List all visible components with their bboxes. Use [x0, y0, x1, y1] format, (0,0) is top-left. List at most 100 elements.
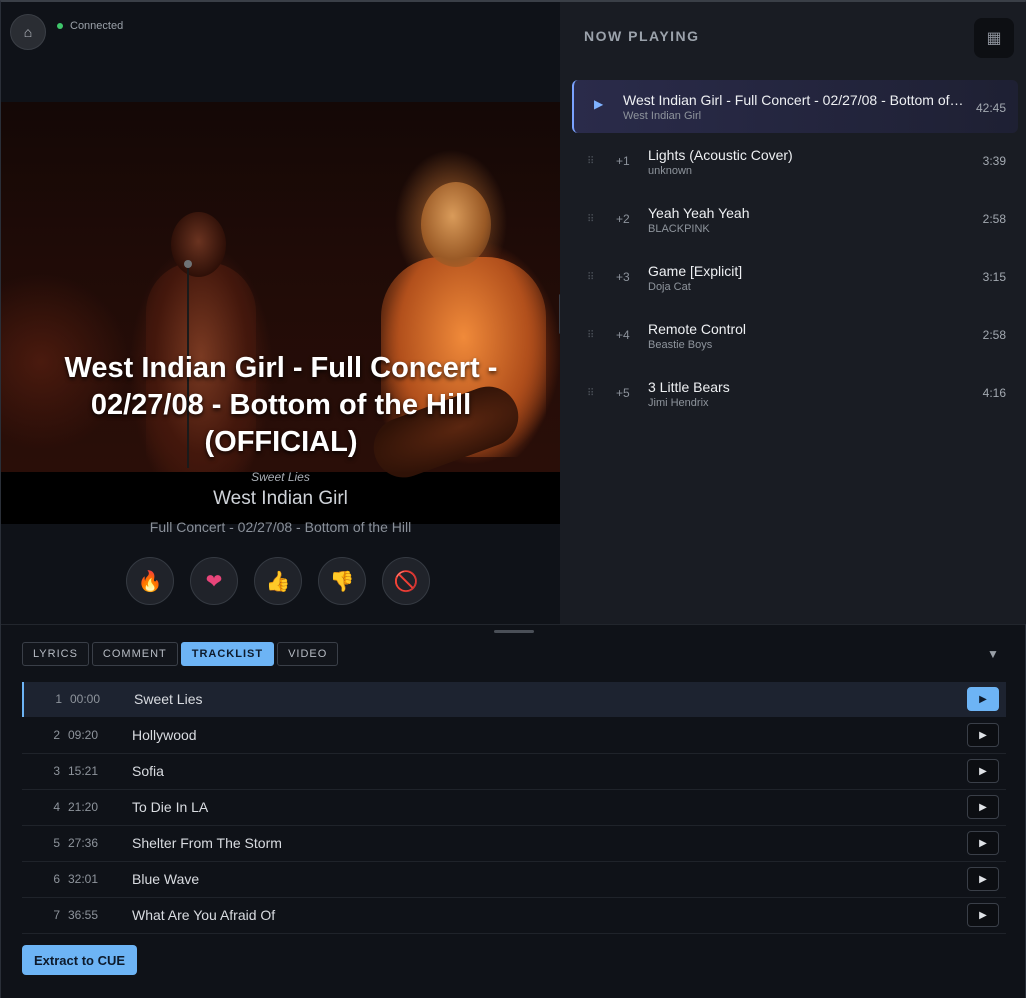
track-number: 1	[55, 692, 62, 706]
track-timestamp: 36:55	[68, 908, 99, 922]
track-name: What Are You Afraid Of	[132, 907, 276, 923]
track-number: 6	[53, 872, 60, 886]
drag-handle-icon[interactable]: ⠿	[587, 330, 594, 341]
play-indicator-icon: ▶	[594, 97, 604, 111]
home-icon: ⌂	[23, 24, 33, 40]
queue-item-duration: 4:16	[982, 386, 1006, 400]
queue-item-artist: Beastie Boys	[648, 339, 713, 351]
drag-handle-icon[interactable]: ⠿	[587, 156, 594, 167]
queue-item[interactable]: ⠿ +3 Game [Explicit] Doja Cat 3:15	[572, 254, 1018, 312]
track-play-button[interactable]: ▶	[967, 759, 999, 783]
track-name: Sofia	[132, 763, 164, 779]
thumbs-up-button[interactable]: 👍	[254, 557, 302, 605]
queue-item-title: Yeah Yeah Yeah	[648, 205, 750, 221]
queue-item-offset: +2	[616, 212, 630, 226]
queue-item-duration: 3:39	[982, 154, 1006, 168]
drag-handle-icon[interactable]: ⠿	[587, 214, 594, 225]
track-name: Sweet Lies	[134, 691, 203, 707]
connection-status: Connected	[57, 20, 123, 32]
track-timestamp: 15:21	[68, 764, 99, 778]
queue-item-artist: Jimi Hendrix	[648, 397, 709, 409]
calendar-button[interactable]: ▦	[974, 18, 1014, 58]
queue-list: ▶ West Indian Girl - Full Concert - 02/2…	[572, 80, 1018, 428]
track-timestamp: 27:36	[68, 836, 99, 850]
queue-item-title: Game [Explicit]	[648, 263, 743, 279]
queue-item-offset: +4	[616, 328, 630, 342]
play-icon: ▶	[979, 693, 987, 705]
queue-item-duration: 42:45	[975, 101, 1006, 115]
collapse-panel-button[interactable]: ▼	[987, 647, 999, 661]
play-icon: ▶	[979, 801, 987, 813]
play-icon: ▶	[979, 729, 987, 741]
queue-item[interactable]: ⠿ +2 Yeah Yeah Yeah BLACKPINK 2:58	[572, 196, 1018, 254]
queue-item-duration: 2:58	[982, 328, 1006, 342]
tab-video[interactable]: VIDEO	[277, 642, 339, 666]
thumbs-up-icon: 👍	[265, 570, 291, 593]
queue-item-title: Remote Control	[648, 321, 747, 337]
track-number: 2	[53, 728, 60, 742]
track-name: To Die In LA	[132, 799, 209, 815]
track-play-button[interactable]: ▶	[967, 867, 999, 891]
tab-tracklist[interactable]: TRACKLIST	[180, 642, 275, 666]
track-name: Shelter From The Storm	[132, 835, 282, 851]
drag-handle-icon[interactable]: ⠿	[587, 272, 594, 283]
tab-comment[interactable]: COMMENT	[91, 642, 178, 666]
detail-tabs: LYRICS COMMENT TRACKLIST VIDEO	[22, 642, 339, 666]
track-number: 5	[53, 836, 60, 850]
performer-left-head	[171, 212, 226, 277]
track-name: Blue Wave	[132, 871, 200, 887]
table-row[interactable]: 3 15:21 Sofia ▶	[22, 754, 1006, 790]
tab-lyrics[interactable]: LYRICS	[22, 642, 89, 666]
reaction-bar: 🔥 ❤ 👍 👎 🚫	[126, 557, 430, 605]
track-number: 4	[53, 800, 60, 814]
block-icon: 🚫	[393, 570, 419, 593]
queue-current-item[interactable]: ▶ West Indian Girl - Full Concert - 02/2…	[572, 80, 1018, 133]
queue-item-title: Lights (Acoustic Cover)	[648, 147, 793, 163]
heart-reaction-button[interactable]: ❤	[190, 557, 238, 605]
track-play-button[interactable]: ▶	[967, 723, 999, 747]
queue-item[interactable]: ⠿ +1 Lights (Acoustic Cover) unknown 3:3…	[572, 138, 1018, 196]
extract-to-cue-button[interactable]: Extract to CUE	[22, 945, 138, 975]
heart-icon: ❤	[205, 570, 223, 593]
track-album: Full Concert - 02/27/08 - Bottom of the …	[149, 519, 412, 535]
microphone	[184, 260, 192, 268]
status-dot-icon	[57, 23, 63, 29]
queue-item-offset: +5	[616, 386, 630, 400]
queue-item[interactable]: ⠿ +5 3 Little Bears Jimi Hendrix 4:16	[572, 370, 1018, 428]
video-player[interactable]: West Indian Girl - Full Concert - 02/27/…	[1, 102, 560, 524]
fire-reaction-button[interactable]: 🔥	[126, 557, 174, 605]
queue-heading: NOW PLAYING	[584, 28, 700, 44]
table-row[interactable]: 6 32:01 Blue Wave ▶	[22, 862, 1006, 898]
app-window: ⌂ Connected West Indian Girl - Full Conc…	[0, 0, 1026, 998]
table-row[interactable]: 5 27:36 Shelter From The Storm ▶	[22, 826, 1006, 862]
track-play-button[interactable]: ▶	[967, 795, 999, 819]
track-play-button[interactable]: ▶	[967, 831, 999, 855]
track-play-button[interactable]: ▶	[967, 687, 999, 711]
block-button[interactable]: 🚫	[382, 557, 430, 605]
track-subtitle: Sweet Lies	[251, 470, 310, 484]
track-timestamp: 21:20	[68, 800, 99, 814]
drag-handle-icon[interactable]: ⠿	[587, 388, 594, 399]
fire-icon: 🔥	[137, 570, 163, 593]
queue-item-duration: 3:15	[982, 270, 1006, 284]
track-timestamp: 00:00	[70, 692, 101, 706]
home-button[interactable]: ⌂	[10, 14, 46, 50]
horizontal-resize-handle[interactable]	[494, 630, 534, 633]
queue-item-offset: +1	[616, 154, 630, 168]
table-row[interactable]: 2 09:20 Hollywood ▶	[22, 718, 1006, 754]
track-number: 7	[53, 908, 60, 922]
queue-item[interactable]: ⠿ +4 Remote Control Beastie Boys 2:58	[572, 312, 1018, 370]
table-row[interactable]: 7 36:55 What Are You Afraid Of ▶	[22, 898, 1006, 934]
queue-item-artist: BLACKPINK	[648, 223, 710, 235]
video-title: West Indian Girl - Full Concert - 02/27/…	[64, 352, 498, 458]
connection-label: Connected	[70, 20, 124, 32]
queue-item-artist: West Indian Girl	[623, 110, 702, 122]
thumbs-down-button[interactable]: 👎	[318, 557, 366, 605]
table-row[interactable]: 4 21:20 To Die In LA ▶	[22, 790, 1006, 826]
track-play-button[interactable]: ▶	[967, 903, 999, 927]
queue-item-title: 3 Little Bears	[648, 379, 730, 395]
play-icon: ▶	[979, 873, 987, 885]
track-timestamp: 09:20	[68, 728, 99, 742]
table-row[interactable]: 1 00:00 Sweet Lies ▶	[22, 682, 1006, 717]
performer-right-head	[421, 182, 491, 267]
